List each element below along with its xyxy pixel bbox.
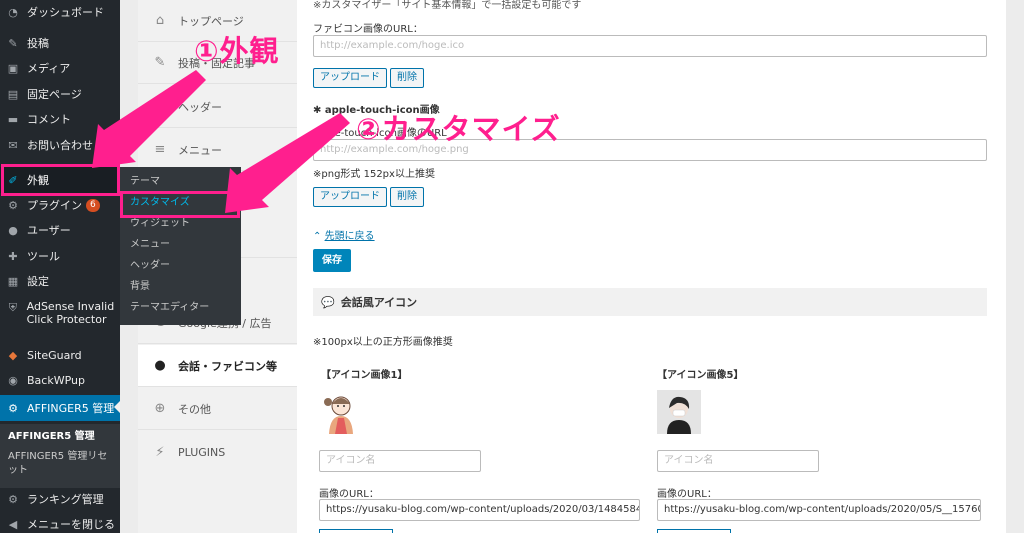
annotation-arrows (92, 70, 350, 213)
step1-annotation: ①外観 (194, 34, 280, 68)
step2-annotation: ②カスタマイズ (356, 112, 561, 146)
